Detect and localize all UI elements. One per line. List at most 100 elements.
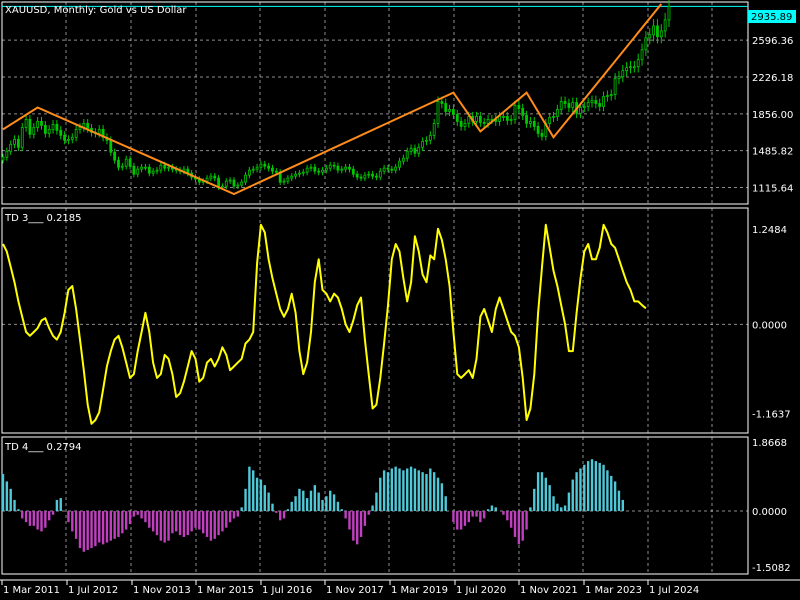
chart-canvas: 2596.36 2226.18 1856.00 1485.82 1115.64 1.248…	[0, 0, 800, 596]
candle-body	[328, 164, 332, 169]
candle-body	[244, 174, 247, 183]
candle-body	[425, 139, 428, 142]
candle-body	[436, 101, 440, 124]
candle-body	[355, 173, 359, 178]
candle-body	[521, 108, 525, 116]
candle-body	[502, 116, 505, 118]
candle-body	[5, 150, 9, 158]
x-axis-tick-label: 1 Mar 2019	[391, 585, 448, 596]
td3-scale-label: 0.0000	[752, 320, 787, 331]
candle-body	[432, 122, 436, 136]
candle-body	[20, 126, 24, 148]
candle-body	[290, 175, 294, 179]
candle-body	[274, 170, 278, 173]
candle-body	[567, 103, 571, 108]
candle-body	[267, 165, 271, 169]
x-axis-tick-label: 1 Jul 2024	[649, 585, 699, 596]
candle-body	[9, 143, 13, 152]
candle-body	[332, 164, 336, 167]
candle-body	[155, 169, 159, 172]
candle-body	[390, 168, 394, 171]
candle-body	[513, 105, 517, 120]
candle-body	[417, 146, 421, 154]
current-price-value: 2935.89	[751, 12, 792, 23]
candle-body	[209, 175, 213, 179]
candle-body	[74, 128, 78, 138]
candle-body	[455, 114, 459, 122]
candle-body	[448, 109, 451, 112]
panel-border	[1, 207, 749, 434]
candle-body	[67, 138, 70, 141]
candle-body	[656, 25, 659, 38]
candle-body	[140, 166, 143, 170]
candle-body	[301, 171, 305, 174]
candle-body	[375, 175, 378, 178]
candle-body	[529, 121, 532, 124]
td3-label: TD 3___ 0.2185	[4, 213, 82, 224]
candle-body	[475, 116, 478, 122]
candle-body	[571, 102, 575, 108]
candle-body	[55, 123, 59, 131]
candle-body	[409, 147, 413, 152]
candle-body	[217, 177, 220, 188]
candle-body	[240, 181, 244, 186]
candle-body	[224, 180, 228, 187]
candle-body	[136, 168, 140, 175]
x-axis-tick-label: 1 Mar 2015	[197, 585, 254, 596]
candle-body	[590, 100, 594, 103]
candle-body	[282, 180, 286, 183]
candle-body	[394, 166, 398, 171]
candle-body	[32, 126, 36, 135]
candle-body	[621, 70, 625, 78]
candle-body	[613, 78, 617, 95]
candle-body	[405, 150, 409, 159]
price-scale-label: 1115.64	[752, 184, 793, 195]
grid-lines	[2, 2, 748, 574]
x-axis-tick-label: 1 Jul 2020	[456, 585, 506, 596]
candle-body	[486, 119, 490, 124]
td4-histogram	[1, 459, 625, 552]
candle-body	[132, 165, 136, 175]
candle-body	[144, 166, 147, 169]
price-scale-label: 1485.82	[752, 147, 793, 158]
candle-body	[413, 147, 417, 154]
candle-body	[463, 122, 467, 127]
candle-body	[517, 105, 521, 109]
candle-body	[167, 166, 170, 169]
candle-body	[440, 101, 444, 104]
candle-body	[1, 156, 5, 161]
candle-body	[602, 96, 605, 107]
x-axis-tick-label: 1 Nov 2013	[133, 585, 191, 596]
candle-body	[552, 116, 555, 118]
candle-body	[97, 128, 101, 134]
candle-body	[444, 103, 448, 112]
candle-body	[63, 134, 66, 141]
candle-body	[667, 5, 671, 21]
candle-body	[598, 103, 602, 107]
candle-body	[609, 94, 613, 96]
candle-body	[86, 122, 90, 129]
td4-label: TD 4___ 0.2794	[4, 442, 82, 453]
candle-body	[113, 151, 117, 161]
candle-body	[363, 174, 367, 179]
x-axis-tick-label: 1 Jul 2012	[68, 585, 118, 596]
candle-body	[120, 165, 124, 168]
td4-scale-label: -1.5082	[752, 563, 791, 574]
candle-body	[255, 166, 259, 170]
candle-body	[401, 157, 405, 162]
candle-body	[221, 185, 224, 188]
candle-body	[659, 30, 663, 38]
candle-body	[128, 158, 132, 167]
candle-body	[536, 125, 540, 134]
candle-body	[525, 115, 528, 124]
candle-body	[51, 123, 55, 130]
candle-body	[228, 179, 232, 182]
candle-body	[498, 116, 502, 122]
candle-body	[13, 138, 16, 145]
candle-body	[617, 76, 621, 80]
candle-body	[43, 124, 47, 134]
x-axis-tick-label: 1 Nov 2021	[520, 585, 578, 596]
price-candles	[1, 0, 671, 190]
candle-body	[109, 139, 113, 153]
candle-body	[78, 126, 82, 130]
